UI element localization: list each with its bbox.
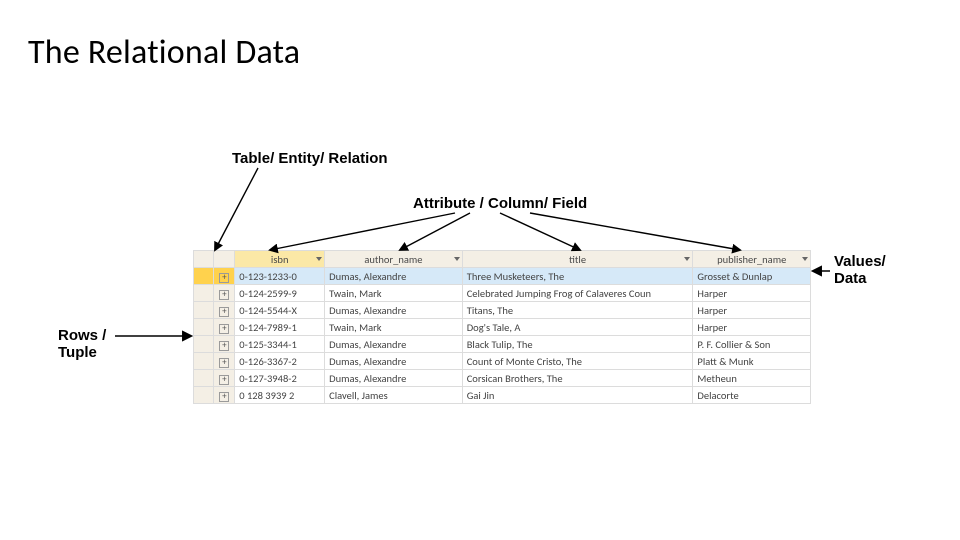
- table-row[interactable]: +0-124-2599-9Twain, MarkCelebrated Jumpi…: [194, 285, 811, 302]
- dropdown-icon[interactable]: [684, 257, 690, 261]
- cell-title[interactable]: Count of Monte Cristo, The: [462, 353, 693, 370]
- cell-publisher[interactable]: Metheun: [693, 370, 811, 387]
- row-selector[interactable]: [194, 353, 214, 370]
- row-selector[interactable]: [194, 285, 214, 302]
- cell-publisher[interactable]: Harper: [693, 319, 811, 336]
- header-isbn-text: isbn: [271, 253, 289, 266]
- cell-author[interactable]: Dumas, Alexandre: [325, 336, 463, 353]
- cell-author[interactable]: Dumas, Alexandre: [325, 268, 463, 285]
- cell-publisher[interactable]: Harper: [693, 285, 811, 302]
- arrow-attr-author: [400, 213, 470, 250]
- label-rows-line1: Rows /: [58, 327, 106, 344]
- dropdown-icon[interactable]: [316, 257, 322, 261]
- arrow-table: [215, 168, 258, 250]
- table-row[interactable]: +0-126-3367-2Dumas, AlexandreCount of Mo…: [194, 353, 811, 370]
- cell-publisher[interactable]: Delacorte: [693, 387, 811, 404]
- header-corner: [194, 251, 214, 268]
- expand-row-toggle[interactable]: +: [214, 268, 235, 285]
- table-row[interactable]: +0-123-1233-0Dumas, AlexandreThree Muske…: [194, 268, 811, 285]
- header-row: isbn author_name title publisher_name: [194, 251, 811, 268]
- cell-isbn[interactable]: 0-124-2599-9: [235, 285, 325, 302]
- dropdown-icon[interactable]: [802, 257, 808, 261]
- cell-author[interactable]: Dumas, Alexandre: [325, 302, 463, 319]
- plus-icon: +: [219, 290, 229, 300]
- cell-author[interactable]: Twain, Mark: [325, 319, 463, 336]
- cell-title[interactable]: Dog's Tale, A: [462, 319, 693, 336]
- label-rows-line2: Tuple: [58, 344, 97, 361]
- cell-author[interactable]: Twain, Mark: [325, 285, 463, 302]
- expand-row-toggle[interactable]: +: [214, 285, 235, 302]
- row-selector[interactable]: [194, 387, 214, 404]
- row-selector[interactable]: [194, 319, 214, 336]
- cell-title[interactable]: Titans, The: [462, 302, 693, 319]
- cell-isbn[interactable]: 0-124-7989-1: [235, 319, 325, 336]
- header-author-text: author_name: [364, 253, 422, 266]
- table-row[interactable]: +0-125-3344-1Dumas, AlexandreBlack Tulip…: [194, 336, 811, 353]
- label-values-line1: Values/: [834, 253, 886, 270]
- label-table-entity-relation: Table/ Entity/ Relation: [232, 150, 388, 167]
- cell-publisher[interactable]: Harper: [693, 302, 811, 319]
- expand-row-toggle[interactable]: +: [214, 353, 235, 370]
- label-attribute-column-field: Attribute / Column/ Field: [413, 195, 587, 212]
- plus-icon: +: [219, 358, 229, 368]
- cell-publisher[interactable]: Platt & Munk: [693, 353, 811, 370]
- cell-isbn[interactable]: 0-125-3344-1: [235, 336, 325, 353]
- header-publisher-text: publisher_name: [717, 253, 786, 266]
- cell-author[interactable]: Dumas, Alexandre: [325, 353, 463, 370]
- table-row[interactable]: +0-124-5544-XDumas, AlexandreTitans, The…: [194, 302, 811, 319]
- header-publisher[interactable]: publisher_name: [693, 251, 811, 268]
- cell-title[interactable]: Celebrated Jumping Frog of Calaveres Cou…: [462, 285, 693, 302]
- cell-title[interactable]: Corsican Brothers, The: [462, 370, 693, 387]
- plus-icon: +: [219, 375, 229, 385]
- cell-author[interactable]: Clavell, James: [325, 387, 463, 404]
- table-row[interactable]: +0 128 3939 2Clavell, JamesGai JinDelaco…: [194, 387, 811, 404]
- plus-icon: +: [219, 392, 229, 402]
- plus-icon: +: [219, 324, 229, 334]
- cell-author[interactable]: Dumas, Alexandre: [325, 370, 463, 387]
- plus-icon: +: [219, 273, 229, 283]
- cell-isbn[interactable]: 0-126-3367-2: [235, 353, 325, 370]
- page-title: The Relational Data: [28, 32, 300, 73]
- header-author[interactable]: author_name: [325, 251, 463, 268]
- header-expand-col: [214, 251, 235, 268]
- label-rows-tuple: Rows / Tuple: [58, 327, 106, 362]
- cell-isbn[interactable]: 0-124-5544-X: [235, 302, 325, 319]
- cell-publisher[interactable]: P. F. Collier & Son: [693, 336, 811, 353]
- plus-icon: +: [219, 341, 229, 351]
- label-values-line2: Data: [834, 270, 867, 287]
- arrow-attr-title: [500, 213, 580, 250]
- expand-row-toggle[interactable]: +: [214, 387, 235, 404]
- cell-title[interactable]: Gai Jin: [462, 387, 693, 404]
- header-isbn[interactable]: isbn: [235, 251, 325, 268]
- dropdown-icon[interactable]: [454, 257, 460, 261]
- row-selector[interactable]: [194, 302, 214, 319]
- row-selector[interactable]: [194, 370, 214, 387]
- cell-title[interactable]: Black Tulip, The: [462, 336, 693, 353]
- arrow-attr-publisher: [530, 213, 740, 250]
- datasheet-table: isbn author_name title publisher_name +0…: [193, 250, 811, 404]
- expand-row-toggle[interactable]: +: [214, 302, 235, 319]
- header-title-text: title: [569, 253, 586, 266]
- cell-isbn[interactable]: 0 128 3939 2: [235, 387, 325, 404]
- plus-icon: +: [219, 307, 229, 317]
- expand-row-toggle[interactable]: +: [214, 319, 235, 336]
- cell-publisher[interactable]: Grosset & Dunlap: [693, 268, 811, 285]
- cell-isbn[interactable]: 0-127-3948-2: [235, 370, 325, 387]
- expand-row-toggle[interactable]: +: [214, 370, 235, 387]
- table-row[interactable]: +0-127-3948-2Dumas, AlexandreCorsican Br…: [194, 370, 811, 387]
- row-selector[interactable]: [194, 268, 214, 285]
- cell-title[interactable]: Three Musketeers, The: [462, 268, 693, 285]
- row-selector[interactable]: [194, 336, 214, 353]
- cell-isbn[interactable]: 0-123-1233-0: [235, 268, 325, 285]
- expand-row-toggle[interactable]: +: [214, 336, 235, 353]
- label-values-data: Values/ Data: [834, 253, 886, 288]
- arrow-attr-isbn: [270, 213, 455, 250]
- table-row[interactable]: +0-124-7989-1Twain, MarkDog's Tale, AHar…: [194, 319, 811, 336]
- header-title[interactable]: title: [462, 251, 693, 268]
